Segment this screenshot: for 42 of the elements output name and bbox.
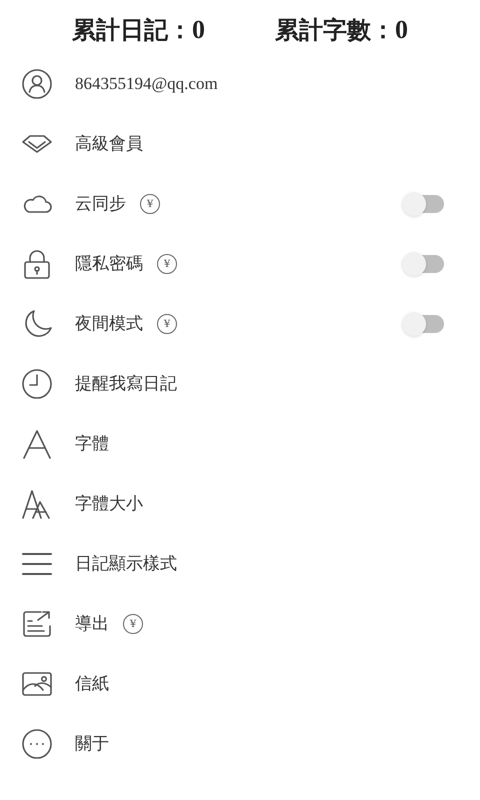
menu-label: 高級會員 bbox=[75, 133, 143, 156]
menu-item[interactable]: 云同步 ¥ bbox=[0, 174, 480, 234]
menu-item[interactable]: 隱私密碼 ¥ bbox=[0, 234, 480, 294]
menu-label: 關于 bbox=[75, 733, 109, 756]
menu-label: 信紙 bbox=[75, 673, 109, 696]
menu-label: 導出 bbox=[75, 613, 109, 636]
menu-item[interactable]: 關于 bbox=[0, 714, 480, 774]
menu-item[interactable]: 864355194@qq.com bbox=[0, 54, 480, 114]
paid-badge: ¥ bbox=[123, 614, 143, 634]
stat-value: 0 bbox=[192, 14, 205, 46]
paid-badge: ¥ bbox=[140, 194, 160, 214]
menu-label: 提醒我寫日記 bbox=[75, 373, 177, 396]
export-icon bbox=[21, 608, 53, 640]
menu-label: 夜間模式 bbox=[75, 313, 143, 336]
menu-label: 字體大小 bbox=[75, 493, 143, 516]
menu-item[interactable]: 提醒我寫日記 bbox=[0, 354, 480, 414]
stat-value: 0 bbox=[395, 14, 408, 46]
toggle-switch[interactable] bbox=[402, 195, 444, 213]
menu-item[interactable]: 信紙 bbox=[0, 654, 480, 714]
menu-item[interactable]: 字體 bbox=[0, 414, 480, 474]
menu-label: 864355194@qq.com bbox=[75, 73, 218, 96]
stat-label: 累計日記： bbox=[72, 14, 192, 46]
user-icon bbox=[21, 68, 53, 100]
clock-icon bbox=[21, 368, 53, 400]
menu-item[interactable]: 日記顯示樣式 bbox=[0, 534, 480, 594]
menu-label: 隱私密碼 bbox=[75, 253, 143, 276]
letter-a-icon bbox=[21, 428, 53, 460]
lock-icon bbox=[21, 248, 53, 280]
menu-item[interactable]: 夜間模式 ¥ bbox=[0, 294, 480, 354]
toggle-switch[interactable] bbox=[402, 315, 444, 333]
menu-item[interactable]: 高級會員 bbox=[0, 114, 480, 174]
toggle-switch[interactable] bbox=[402, 255, 444, 273]
menu-item[interactable]: 導出 ¥ bbox=[0, 594, 480, 654]
more-icon bbox=[21, 728, 53, 760]
paid-badge: ¥ bbox=[157, 314, 177, 334]
menu-label: 日記顯示樣式 bbox=[75, 553, 177, 576]
menu-item[interactable]: 字體大小 bbox=[0, 474, 480, 534]
font-size-icon bbox=[21, 488, 53, 520]
paid-badge: ¥ bbox=[157, 254, 177, 274]
stat-label: 累計字數： bbox=[275, 14, 395, 46]
menu-label: 云同步 bbox=[75, 193, 126, 216]
menu-label: 字體 bbox=[75, 433, 109, 456]
